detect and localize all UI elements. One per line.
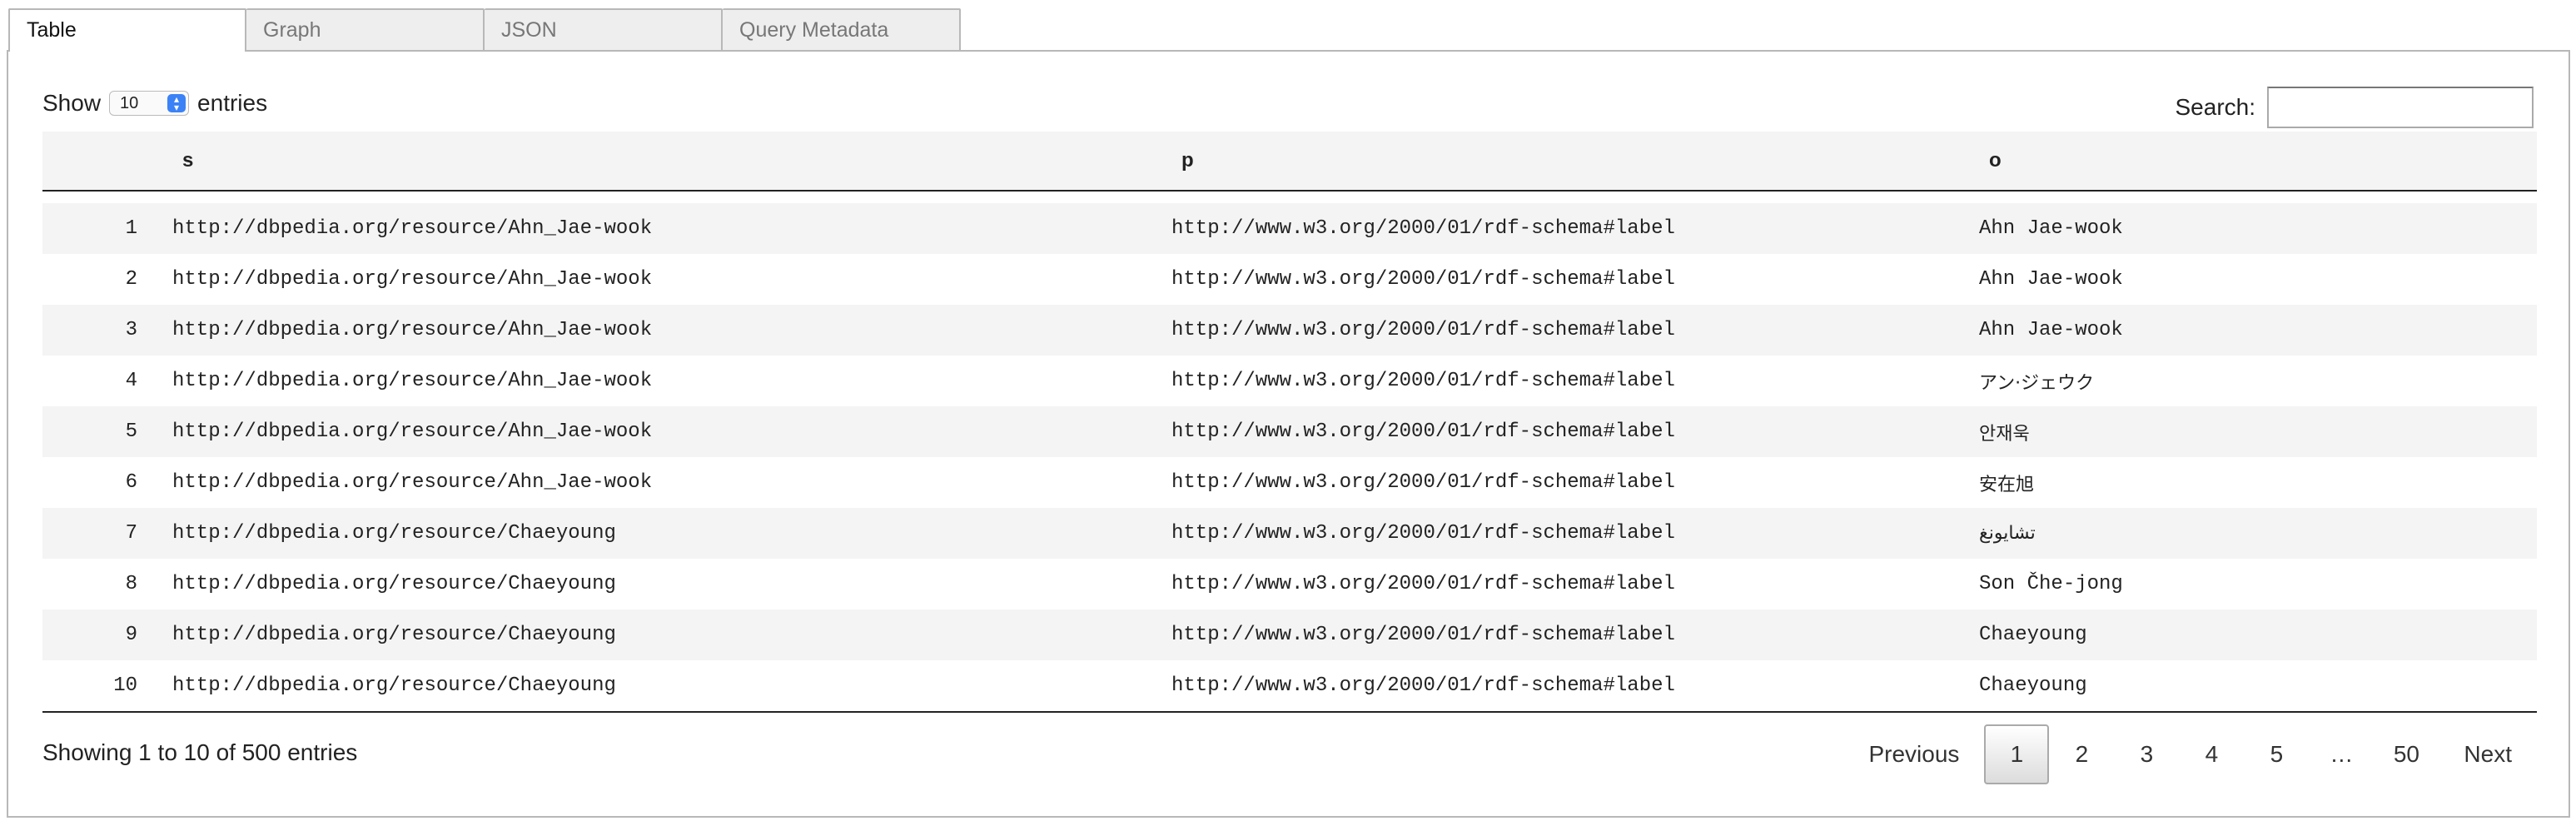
table-row: 3 http://dbpedia.org/resource/Ahn_Jae-wo… [42,305,2537,356]
pagination-page-2-button[interactable]: 2 [2049,724,2114,784]
show-label: Show [42,90,102,116]
row-index: 7 [125,522,137,545]
row-index: 3 [125,319,137,341]
tab-query-metadata[interactable]: Query Metadata [723,8,961,50]
table-row: 4 http://dbpedia.org/resource/Ahn_Jae-wo… [42,356,2537,406]
pagination-page-5-button[interactable]: 5 [2244,724,2309,784]
cell-o: Ahn Jae-wook [1979,268,2123,291]
row-index: 1 [125,217,137,240]
search-label: Search: [2175,94,2256,120]
cell-o: Son Čhe-jong [1979,573,2123,595]
row-index: 10 [113,674,137,697]
cell-s: http://dbpedia.org/resource/Chaeyoung [172,624,616,646]
pagination: Previous 1 2 3 4 5 … 50 Next [1843,724,2537,784]
page-length-value: 10 [120,93,139,112]
table-row: 6 http://dbpedia.org/resource/Ahn_Jae-wo… [42,457,2537,508]
cell-s: http://dbpedia.org/resource/Chaeyoung [172,522,616,545]
cell-p: http://www.w3.org/2000/01/rdf-schema#lab… [1171,471,1675,494]
cell-p: http://www.w3.org/2000/01/rdf-schema#lab… [1171,624,1675,646]
tab-json[interactable]: JSON [485,8,723,50]
tab-table[interactable]: Table [8,8,246,52]
table-row: 9 http://dbpedia.org/resource/Chaeyoung … [42,610,2537,660]
page-length-select[interactable]: 10 ▴ ▾ [109,91,190,116]
cell-o: Chaeyoung [1979,624,2087,646]
select-stepper-icon: ▴ ▾ [167,94,186,112]
pagination-next-button[interactable]: Next [2439,724,2537,784]
row-index: 2 [125,268,137,291]
entries-label: entries [197,90,268,116]
table-row: 1 http://dbpedia.org/resource/Ahn_Jae-wo… [42,203,2537,254]
results-panel: Show 10 ▴ ▾ entries Search: s p o 1 http:… [7,50,2570,818]
pagination-page-1-button[interactable]: 1 [1984,724,2050,784]
cell-s: http://dbpedia.org/resource/Chaeyoung [172,674,616,697]
cell-p: http://www.w3.org/2000/01/rdf-schema#lab… [1171,674,1675,697]
cell-o: Ahn Jae-wook [1979,319,2123,341]
table-body: 1 http://dbpedia.org/resource/Ahn_Jae-wo… [42,203,2537,713]
cell-o: アン·ジェウク [1979,372,2095,394]
table-row: 5 http://dbpedia.org/resource/Ahn_Jae-wo… [42,406,2537,457]
pagination-page-50-button[interactable]: 50 [2374,724,2439,784]
column-header-p[interactable]: p [1148,149,1956,172]
cell-p: http://www.w3.org/2000/01/rdf-schema#lab… [1171,522,1675,545]
cell-s: http://dbpedia.org/resource/Ahn_Jae-wook [172,217,653,240]
pagination-page-4-button[interactable]: 4 [2179,724,2244,784]
cell-p: http://www.w3.org/2000/01/rdf-schema#lab… [1171,420,1675,443]
cell-s: http://dbpedia.org/resource/Ahn_Jae-wook [172,420,653,443]
search-input[interactable] [2267,87,2534,128]
row-index: 9 [125,624,137,646]
pagination-ellipsis: … [2330,741,2354,767]
cell-o: 安在旭 [1979,474,2035,495]
row-index: 8 [125,573,137,595]
table-header: s p o [42,132,2537,192]
cell-o: 안재욱 [1979,423,2030,445]
column-header-s[interactable]: s [149,149,1148,172]
header-gap [42,192,2537,203]
table-row: 10 http://dbpedia.org/resource/Chaeyoung… [42,660,2537,711]
search-control: Search: [2176,87,2534,128]
table-row: 8 http://dbpedia.org/resource/Chaeyoung … [42,559,2537,610]
pagination-previous-button[interactable]: Previous [1843,724,1984,784]
table-info: Showing 1 to 10 of 500 entries [42,739,358,765]
row-index: 4 [125,370,137,392]
cell-o: Ahn Jae-wook [1979,217,2123,240]
cell-s: http://dbpedia.org/resource/Ahn_Jae-wook [172,370,653,392]
cell-p: http://www.w3.org/2000/01/rdf-schema#lab… [1171,319,1675,341]
tab-bar: Table Graph JSON Query Metadata [8,8,961,52]
results-table: s p o 1 http://dbpedia.org/resource/Ahn_… [42,132,2537,713]
pagination-page-3-button[interactable]: 3 [2114,724,2179,784]
cell-p: http://www.w3.org/2000/01/rdf-schema#lab… [1171,217,1675,240]
page-length-control: Show 10 ▴ ▾ entries [42,90,267,117]
row-index: 6 [125,471,137,494]
table-row: 7 http://dbpedia.org/resource/Chaeyoung … [42,508,2537,559]
cell-s: http://dbpedia.org/resource/Ahn_Jae-wook [172,268,653,291]
cell-p: http://www.w3.org/2000/01/rdf-schema#lab… [1171,370,1675,392]
cell-s: http://dbpedia.org/resource/Ahn_Jae-wook [172,471,653,494]
row-index: 5 [125,420,137,443]
cell-p: http://www.w3.org/2000/01/rdf-schema#lab… [1171,268,1675,291]
column-header-o[interactable]: o [1956,149,2537,172]
cell-s: http://dbpedia.org/resource/Ahn_Jae-wook [172,319,653,341]
cell-s: http://dbpedia.org/resource/Chaeyoung [172,573,616,595]
table-row: 2 http://dbpedia.org/resource/Ahn_Jae-wo… [42,254,2537,305]
tab-graph[interactable]: Graph [246,8,485,50]
cell-o: Chaeyoung [1979,674,2087,697]
cell-p: http://www.w3.org/2000/01/rdf-schema#lab… [1171,573,1675,595]
cell-o: تشايونغ [1979,523,2036,544]
